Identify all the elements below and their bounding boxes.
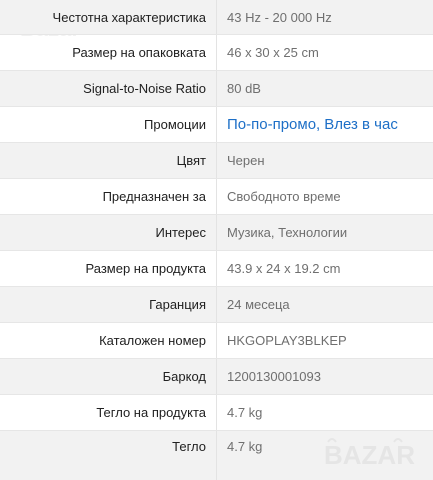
spec-label: Размер на продукта	[85, 261, 207, 276]
spec-row-frequency-response: Честотна характеристика 43 Hz - 20 000 H…	[0, 0, 433, 35]
spec-row-promotions: Промоции По-по-промо , Влез в час	[0, 107, 433, 143]
spec-label: Тегло на продукта	[96, 405, 206, 420]
spec-value: 4.7 kg	[227, 405, 263, 420]
spec-label: Цвят	[176, 153, 206, 168]
spec-row-snr: Signal-to-Noise Ratio 80 dB	[0, 71, 433, 107]
spec-row-package-size: Размер на опаковката 46 x 30 x 25 cm	[0, 35, 433, 71]
spec-label: Размер на опаковката	[72, 45, 206, 60]
spec-row-color: Цвят Черен	[0, 143, 433, 179]
spec-label: Каталожен номер	[99, 333, 206, 348]
spec-row-barcode: Баркод 1200130001093	[0, 359, 433, 395]
spec-label: Честотна характеристика	[52, 9, 206, 25]
spec-row-warranty: Гаранция 24 месеца	[0, 287, 433, 323]
spec-row-catalog-number: Каталожен номер HKGOPLAY3BLKEP	[0, 323, 433, 359]
spec-value: 1200130001093	[227, 369, 321, 384]
spec-label: Signal-to-Noise Ratio	[83, 81, 206, 96]
spec-value: HKGOPLAY3BLKEP	[227, 333, 347, 348]
spec-row-product-weight: Тегло на продукта 4.7 kg	[0, 395, 433, 431]
spec-value: 43 Hz - 20 000 Hz	[227, 9, 332, 25]
spec-value: 24 месеца	[227, 297, 290, 312]
promo-separator: ,	[316, 116, 321, 133]
spec-value: Свободното време	[227, 189, 341, 204]
spec-value: 43.9 x 24 x 19.2 cm	[227, 261, 341, 276]
spec-value: 46 x 30 x 25 cm	[227, 45, 319, 60]
spec-row-intended-for: Предназначен за Свободното време	[0, 179, 433, 215]
spec-value: 4.7 kg	[227, 438, 263, 454]
spec-value: Музика, Технологии	[227, 225, 348, 240]
spec-row-interest: Интерес Музика, Технологии	[0, 215, 433, 251]
spec-value: Черен	[227, 153, 265, 168]
promo-link[interactable]: Влез в час	[324, 116, 398, 133]
spec-row-weight: Тегло 4.7 kg	[0, 431, 433, 480]
spec-label: Промоции	[144, 117, 206, 132]
spec-row-product-size: Размер на продукта 43.9 x 24 x 19.2 cm	[0, 251, 433, 287]
spec-label: Предназначен за	[102, 189, 206, 204]
spec-value: 80 dB	[227, 81, 261, 96]
promo-links: По-по-промо , Влез в час	[227, 107, 398, 142]
promo-link[interactable]: По-по-промо	[227, 116, 316, 133]
spec-label: Гаранция	[149, 297, 206, 312]
product-specs-table: Bazar Честотна характеристика 43 Hz - 20…	[0, 0, 433, 480]
spec-label: Интерес	[155, 225, 206, 240]
spec-label: Тегло	[172, 438, 206, 454]
spec-label: Баркод	[162, 369, 206, 384]
